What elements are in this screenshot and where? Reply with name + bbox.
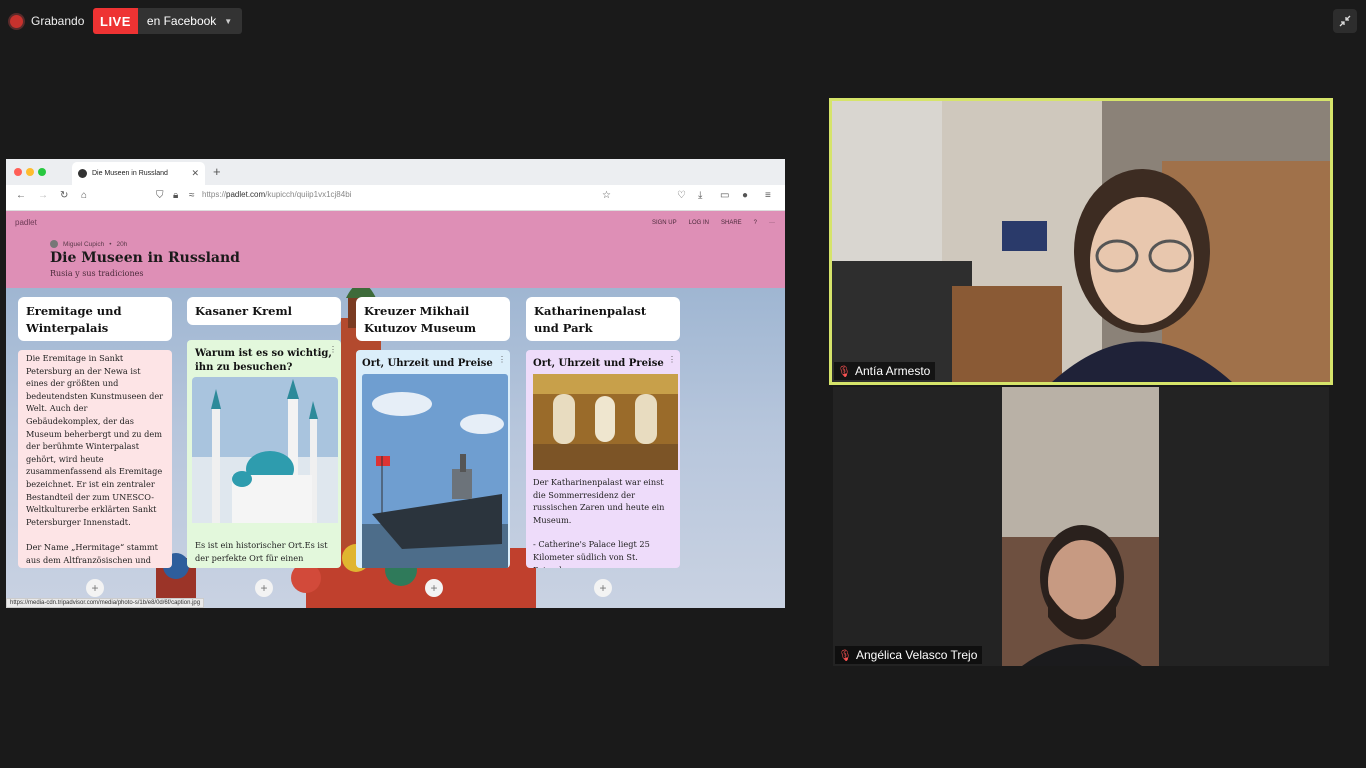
card-title: Ort, Uhrzeit und Preise bbox=[533, 358, 664, 369]
card-title: Warum ist es so wichtig, ihn zu besuchen… bbox=[195, 348, 332, 373]
recording-indicator[interactable]: Grabando bbox=[10, 10, 84, 32]
card-text: Der Name „Hermitage“ stammt aus dem Altf… bbox=[26, 542, 158, 568]
forward-icon[interactable]: → bbox=[38, 190, 48, 201]
collapse-icon[interactable] bbox=[1333, 9, 1357, 33]
participant-name-tag: 🎙︎ Angélica Velasco Trejo bbox=[835, 646, 983, 664]
padlet-board[interactable]: Eremitage und Winterpalais Die Eremitage… bbox=[6, 288, 785, 608]
add-post-button[interactable]: + bbox=[255, 579, 273, 597]
live-destination-label: en Facebook bbox=[146, 14, 217, 28]
card-katharinenpalast[interactable]: ⋮ Ort, Uhrzeit und Preise Der Katharinen… bbox=[526, 350, 680, 568]
participant-tile-angelica[interactable]: 🎙︎ Angélica Velasco Trejo bbox=[833, 387, 1329, 666]
column-heading-kreuzer[interactable]: Kreuzer Mikhail Kutuzov Museum bbox=[356, 297, 510, 341]
reader-view-icon[interactable]: ▭ bbox=[720, 190, 729, 201]
page-subtitle: Rusia y sus tradiciones bbox=[50, 269, 144, 278]
favicon-icon bbox=[78, 169, 87, 178]
card-text: Es ist ein historischer Ort.Es ist der p… bbox=[195, 540, 328, 563]
card-text: - Catherine's Palace liegt 25 Kilometer … bbox=[533, 539, 650, 568]
extension-icon[interactable]: ● bbox=[742, 190, 748, 201]
participant-video-angelica bbox=[1002, 387, 1159, 666]
card-menu-icon[interactable]: ⋮ bbox=[668, 354, 676, 367]
minimize-window-icon[interactable] bbox=[26, 168, 34, 176]
live-stream-control[interactable]: LIVE en Facebook ▼ bbox=[93, 8, 243, 34]
card-text: Der Katharinenpalast war einst die Somme… bbox=[533, 477, 665, 525]
reload-icon[interactable]: ↻ bbox=[60, 190, 68, 201]
participant-name-tag: 🎙︎ Antía Armesto bbox=[834, 362, 936, 380]
permissions-icon[interactable]: ≈ bbox=[189, 190, 195, 201]
close-tab-icon[interactable]: ✕ bbox=[191, 168, 199, 179]
padlet-logo[interactable]: padlet bbox=[15, 218, 37, 227]
column-heading-kasaner-kreml[interactable]: Kasaner Kreml bbox=[187, 297, 341, 325]
add-post-button[interactable]: + bbox=[86, 579, 104, 597]
share-link[interactable]: SHARE bbox=[721, 220, 742, 226]
download-icon[interactable]: ⤓ bbox=[698, 190, 702, 201]
close-window-icon[interactable] bbox=[14, 168, 22, 176]
add-post-button[interactable]: + bbox=[425, 579, 443, 597]
screen-share[interactable]: Die Museen in Russland ✕ + ← → ↻ ⌂ ⛉ 🔒︎ … bbox=[6, 159, 785, 608]
card-kreuzer[interactable]: ⋮ Ort, Uhrzeit und Preise bbox=[356, 350, 510, 568]
page-title: Die Museen in Russland bbox=[50, 250, 240, 266]
browser-tab-bar: Die Museen in Russland ✕ + bbox=[6, 159, 785, 185]
post-time: 20h bbox=[116, 240, 128, 248]
mosque-image[interactable] bbox=[192, 377, 338, 523]
padlet-header-links: SIGN UP LOG IN SHARE ? ··· bbox=[652, 220, 775, 226]
bullet-separator: • bbox=[109, 240, 112, 248]
browser-tab[interactable]: Die Museen in Russland ✕ bbox=[72, 162, 205, 185]
new-tab-icon[interactable]: + bbox=[213, 164, 221, 179]
avatar bbox=[50, 240, 58, 248]
column-heading-eremitage[interactable]: Eremitage und Winterpalais bbox=[18, 297, 172, 341]
maximize-window-icon[interactable] bbox=[38, 168, 46, 176]
back-icon[interactable]: ← bbox=[16, 190, 26, 201]
bookmark-star-icon[interactable]: ☆ bbox=[602, 190, 611, 201]
card-menu-icon[interactable]: ⋮ bbox=[498, 354, 506, 367]
tab-title: Die Museen in Russland bbox=[92, 170, 168, 177]
pocket-icon[interactable]: ♡ bbox=[677, 190, 686, 201]
card-text: Die Eremitage in Sankt Petersburg an der… bbox=[26, 353, 164, 527]
muted-mic-icon: 🎙︎ bbox=[838, 649, 852, 662]
muted-mic-icon: 🎙︎ bbox=[837, 365, 851, 378]
webcam-feed-image bbox=[1002, 387, 1159, 666]
menu-icon[interactable]: ≡ bbox=[765, 190, 771, 201]
browser-nav-bar: ← → ↻ ⌂ ⛉ 🔒︎ ≈ https://padlet.com/kupicc… bbox=[6, 185, 785, 211]
participant-name: Angélica Velasco Trejo bbox=[855, 648, 978, 662]
padlet-author: Miguel Cupich • 20h bbox=[50, 240, 127, 248]
card-title: Ort, Uhrzeit und Preise bbox=[362, 358, 493, 369]
webcam-feed-image bbox=[832, 101, 1330, 382]
column-heading-katharinenpalast[interactable]: Katharinenpalast und Park bbox=[526, 297, 680, 341]
card-menu-icon[interactable]: ⋮ bbox=[329, 344, 337, 357]
participant-video-antia[interactable]: 🎙︎ Antía Armesto bbox=[829, 98, 1333, 385]
participant-name: Antía Armesto bbox=[854, 364, 931, 378]
shield-icon[interactable]: ⛉ bbox=[156, 190, 164, 201]
link-status-bar: https://media-cdn.tripadvisor.com/media/… bbox=[6, 598, 205, 608]
record-icon bbox=[10, 14, 23, 28]
lock-icon[interactable]: 🔒︎ bbox=[173, 190, 178, 201]
log-in-link[interactable]: LOG IN bbox=[689, 220, 709, 226]
sign-up-link[interactable]: SIGN UP bbox=[652, 220, 677, 226]
author-name: Miguel Cupich bbox=[63, 240, 105, 248]
address-bar[interactable]: https://padlet.com/kupicch/quiip1vx1cj84… bbox=[202, 190, 351, 199]
live-destination-dropdown[interactable]: en Facebook ▼ bbox=[137, 8, 243, 34]
palace-hall-image[interactable] bbox=[533, 374, 678, 470]
card-eremitage[interactable]: Die Eremitage in Sankt Petersburg an der… bbox=[18, 350, 172, 568]
home-icon[interactable]: ⌂ bbox=[81, 190, 87, 201]
caret-down-icon: ▼ bbox=[224, 16, 233, 26]
add-post-button[interactable]: + bbox=[594, 579, 612, 597]
live-badge: LIVE bbox=[93, 8, 138, 34]
card-kasaner-kreml[interactable]: ⋮ Warum ist es so wichtig, ihn zu besuch… bbox=[187, 340, 341, 568]
padlet-header: padlet SIGN UP LOG IN SHARE ? ··· Miguel… bbox=[6, 211, 785, 288]
more-icon[interactable]: ··· bbox=[769, 220, 775, 226]
recording-label: Grabando bbox=[31, 14, 85, 28]
help-icon[interactable]: ? bbox=[754, 220, 757, 226]
cruiser-image[interactable] bbox=[362, 374, 508, 568]
